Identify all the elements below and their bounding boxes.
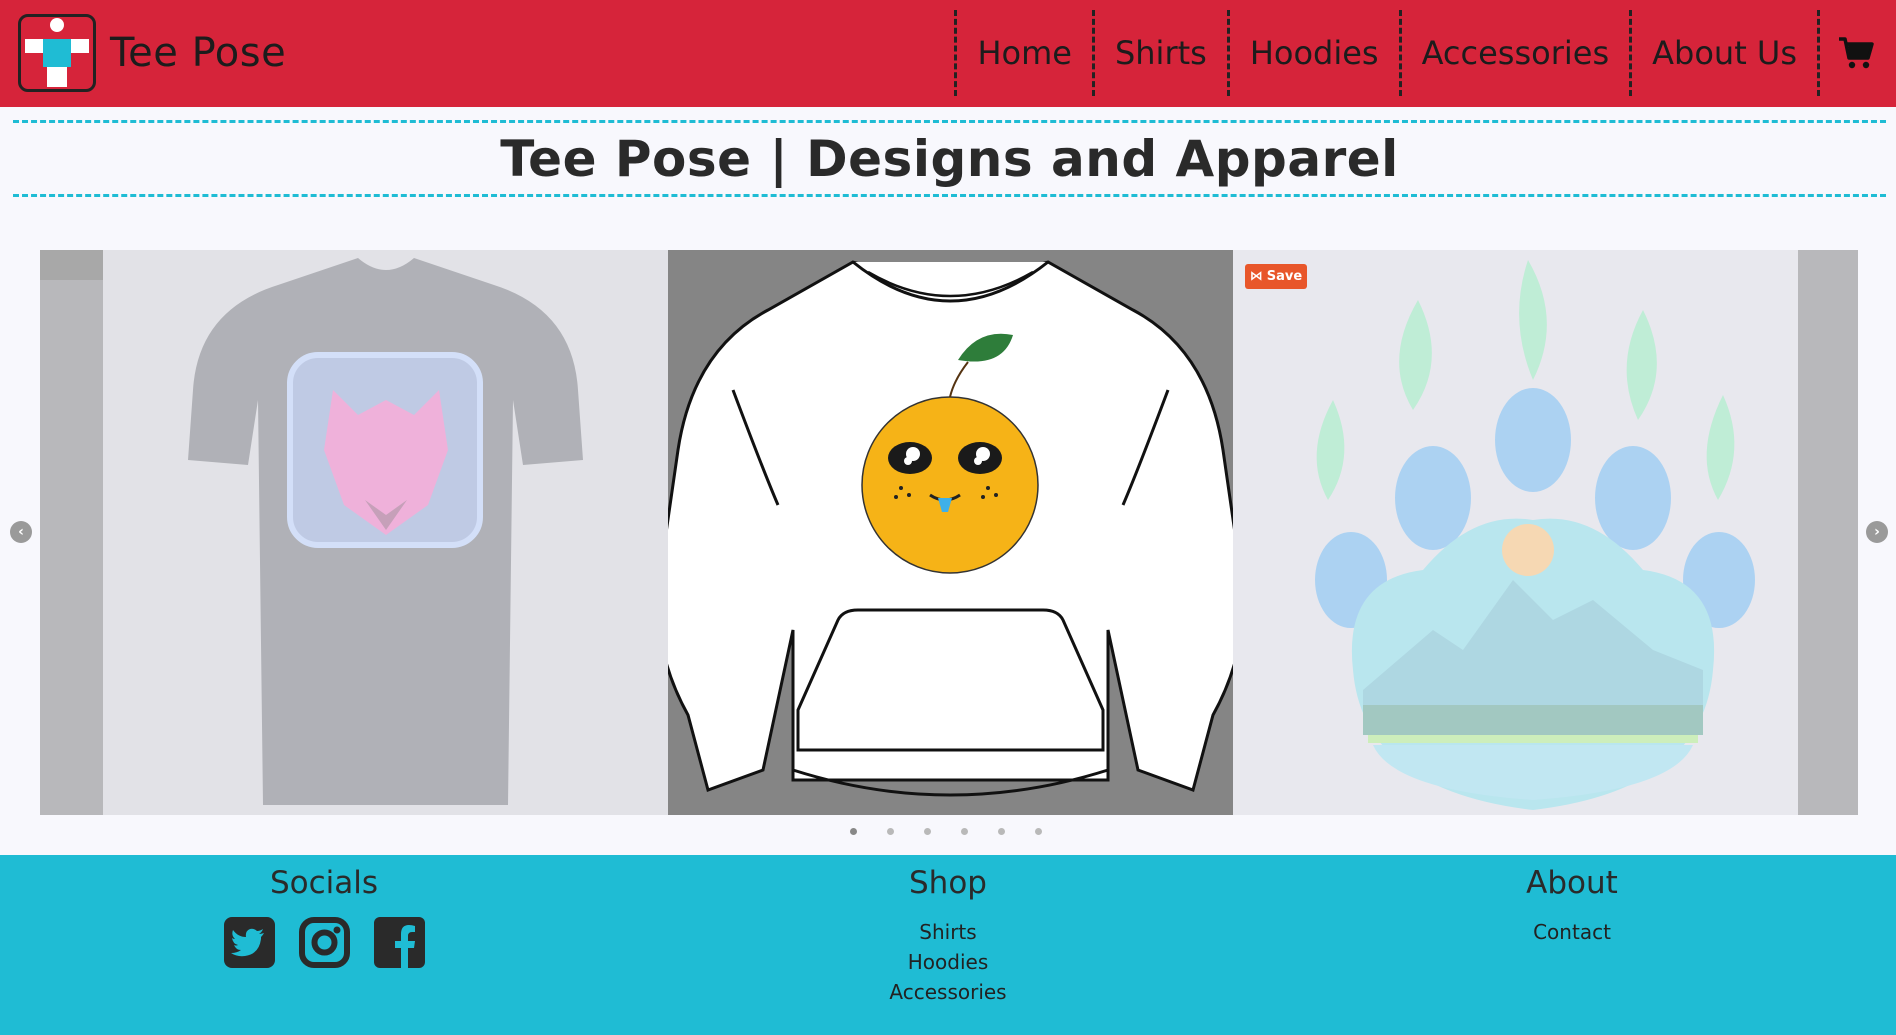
top-navigation-bar: Tee Pose Home Shirts Hoodies Accessories… — [0, 0, 1896, 107]
carousel-dots — [850, 828, 1042, 835]
save-label: Save — [1266, 269, 1303, 284]
social-icons — [74, 917, 574, 968]
cart-button[interactable] — [1817, 10, 1896, 96]
footer-socials-heading: Socials — [269, 865, 379, 901]
footer-link-shirts[interactable]: Shirts — [698, 917, 1198, 947]
carousel-edge-tab — [40, 250, 103, 280]
slide-orange-hoodie[interactable] — [668, 250, 1233, 815]
footer-link-contact[interactable]: Contact — [1322, 917, 1822, 947]
footer-shop-heading: Shop — [909, 865, 987, 901]
nav-hoodies[interactable]: Hoodies — [1226, 10, 1399, 96]
carousel-edge-right — [1798, 250, 1858, 815]
nav-accessories[interactable]: Accessories — [1398, 10, 1630, 96]
chevron-right-icon: › — [1874, 524, 1880, 540]
carousel-prev-button[interactable]: ‹ — [10, 521, 32, 543]
nav-about-us[interactable]: About Us — [1629, 10, 1817, 96]
carousel-dot-5[interactable] — [998, 828, 1005, 835]
brand-name[interactable]: Tee Pose — [110, 30, 286, 76]
product-carousel[interactable] — [40, 250, 1858, 815]
chevron-left-icon: ‹ — [18, 524, 24, 540]
instagram-icon[interactable] — [298, 917, 350, 968]
slide-bear-paw-design[interactable] — [1233, 250, 1798, 815]
brand[interactable]: Tee Pose — [18, 14, 286, 92]
footer-shop: Shop Shirts Hoodies Accessories — [698, 865, 1198, 1007]
footer-link-hoodies[interactable]: Hoodies — [698, 947, 1198, 977]
carousel-dot-1[interactable] — [850, 828, 857, 835]
tee-pose-logo[interactable] — [18, 14, 96, 92]
carousel-next-button[interactable]: › — [1866, 521, 1888, 543]
page-title: Tee Pose | Designs and Apparel — [500, 129, 1399, 188]
footer-about: About Contact — [1322, 865, 1822, 947]
carousel-dot-3[interactable] — [924, 828, 931, 835]
nav-home[interactable]: Home — [954, 10, 1092, 96]
main-nav: Home Shirts Hoodies Accessories About Us — [954, 10, 1896, 96]
nav-shirts[interactable]: Shirts — [1091, 10, 1227, 96]
pinterest-save-icon: ⋈ — [1249, 269, 1263, 284]
slide-cat-tshirt[interactable] — [103, 250, 668, 815]
carousel-dot-6[interactable] — [1035, 828, 1042, 835]
carousel-dot-2[interactable] — [887, 828, 894, 835]
footer-about-heading: About — [1526, 865, 1618, 901]
save-button[interactable]: ⋈ Save — [1245, 264, 1307, 289]
footer-socials: Socials — [74, 865, 574, 968]
shopping-cart-icon — [1839, 37, 1874, 69]
carousel-dot-4[interactable] — [961, 828, 968, 835]
title-band: Tee Pose | Designs and Apparel — [13, 120, 1886, 197]
facebook-icon[interactable] — [373, 917, 425, 968]
footer-link-accessories[interactable]: Accessories — [698, 977, 1198, 1007]
carousel-edge-left — [40, 250, 103, 815]
twitter-icon[interactable] — [223, 917, 275, 968]
site-footer: Socials Shop Shirts Hoodies Accessories … — [0, 855, 1896, 1035]
